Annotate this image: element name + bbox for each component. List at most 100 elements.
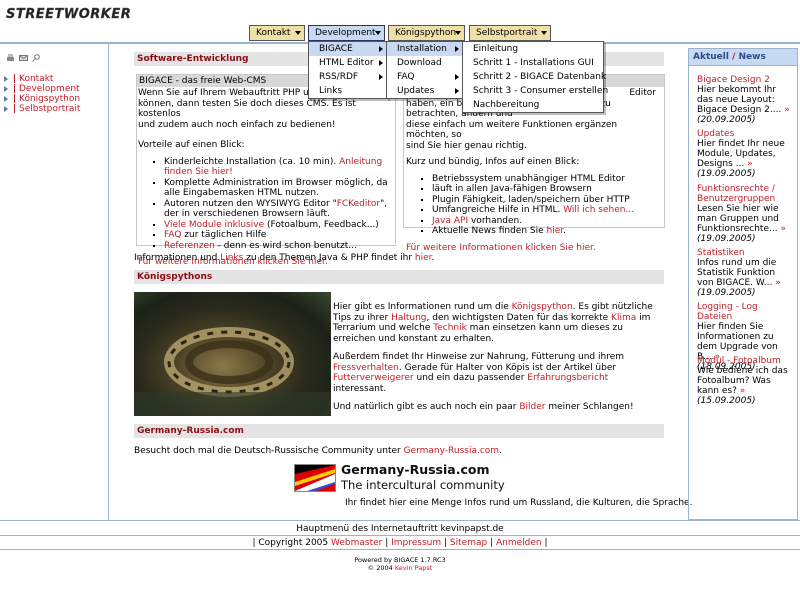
leftnav-item-kontakt[interactable]: Kontakt [4,74,80,84]
news-title-link[interactable]: Modul - Fotoalbum [697,356,793,366]
topnav-label: Selbstportrait [476,28,538,38]
klima-link[interactable]: Klima [611,313,636,323]
print-icon[interactable] [6,54,15,62]
menu-item-schritt-2[interactable]: Schritt 2 - BIGACE Datenbank [463,70,606,84]
item-link[interactable]: FCKeditor [337,199,380,209]
item-text: Kinderleichte Installation (ca. 10 min). [164,156,340,167]
more-arrow-icon[interactable]: » [747,159,753,169]
item-link[interactable]: Viele Module inklusive [164,220,264,230]
hier-link[interactable]: hier [415,253,432,263]
item-link[interactable]: FAQ [164,230,181,240]
impressum-link[interactable]: Impressum [391,538,441,548]
menu-item-schritt-3[interactable]: Schritt 3 - Consumer erstellen [463,84,608,98]
news-text: Hier bekommt Ihr das neue Layout: Bigace… [697,85,782,115]
menu-item-einleitung[interactable]: Einleitung [463,42,603,56]
news-heading-sep: / [728,52,739,62]
sitemap-link[interactable]: Sitemap [450,538,487,548]
leftnav-label[interactable]: Kontakt [19,74,53,84]
separator: | [382,538,392,548]
menu-label: Download [397,58,442,68]
search-icon[interactable] [32,54,41,62]
mail-icon[interactable] [19,54,28,62]
footer-links: | Copyright 2005 Webmaster | Impressum |… [0,538,800,548]
news-title-link[interactable]: Logging - Log Dateien [697,302,793,322]
menu-item-faq[interactable]: FAQ [387,70,463,84]
menu-item-rss-rdf[interactable]: RSS/RDF [309,70,387,84]
banner-title[interactable]: Germany-Russia.com [341,462,490,477]
topnav-selbstportrait[interactable]: Selbstportrait [469,25,551,41]
menu-item-schritt-1[interactable]: Schritt 1 - Installations GUI [463,56,603,70]
item-link[interactable]: Will ich sehen... [563,205,634,215]
list-item: Referenzen - denn es wird schon benutzt.… [164,241,394,252]
topnav-koenigspython[interactable]: Königspython [388,25,465,41]
leftnav-label[interactable]: Königspython [19,94,80,104]
germany-russia-flag[interactable] [294,464,336,492]
koenigspython-link[interactable]: Königspython [512,302,573,312]
python-photo [134,292,331,416]
news-title-link[interactable]: Funktionsrechte / Benutzergruppen [697,184,793,204]
menu-item-updates[interactable]: Updates [387,84,463,98]
bilder-link[interactable]: Bilder [519,402,545,412]
erfahrungsbericht-link[interactable]: Erfahrungsbericht [527,373,608,383]
para-text: , den wichtigsten Daten für das korrekte [426,312,612,323]
menu-item-installation[interactable]: Installation [387,42,463,56]
topnav-label: Kontakt [256,28,291,38]
germany-russia-link[interactable]: Germany-Russia.com [404,446,499,456]
separator [14,84,15,93]
item-link[interactable]: hier [547,226,564,236]
news-item: Funktionsrechte / Benutzergruppen Lesen … [697,184,793,244]
item-link[interactable]: Referenzen [164,241,215,251]
news-date: (19.09.2005) [697,169,756,179]
info-text: . [431,253,435,263]
editor-more-link[interactable]: Für weitere Informationen klicken Sie hi… [406,243,596,253]
fressverhalten-link[interactable]: Fressverhalten [333,363,399,373]
menu-item-bigace[interactable]: BIGACE [309,42,387,56]
news-heading-part: News [738,52,766,62]
anmelden-link[interactable]: Anmelden [496,538,542,548]
leftnav-item-development[interactable]: Development [4,84,80,94]
news-title-link[interactable]: Bigace Design 2 [697,75,793,85]
news-title-link[interactable]: Updates [697,129,793,139]
haltung-link[interactable]: Haltung [391,313,426,323]
topnav-kontakt[interactable]: Kontakt [249,25,305,41]
bullet-arrow-icon [4,95,8,102]
news-title-link[interactable]: Statistiken [697,248,793,258]
topnav-development[interactable]: Development [308,25,385,41]
more-arrow-icon[interactable]: » [784,105,790,115]
menu-item-html-editor[interactable]: HTML Editor [309,56,387,70]
separator: | [541,538,548,548]
leftnav-label[interactable]: Development [19,84,80,94]
more-arrow-icon[interactable]: » [740,386,746,396]
editor-intro-line: sind Sie hier genau richtig. [406,140,527,151]
site-logo[interactable]: STREETWORKER [4,3,144,23]
para-text: Und natürlich gibt es auch noch ein paar [333,402,520,412]
item-text: Plugin Fähigkeit, laden/speichern über H… [432,194,630,205]
menu-label: Installation [397,44,447,54]
more-arrow-icon[interactable]: » [780,224,786,234]
links-link[interactable]: Links [220,253,243,263]
news-text: Infos rund um die Statistik Funktion von… [697,258,777,288]
item-link[interactable]: Java API [432,216,468,226]
item-text: läuft in allen Java-fähigen Browsern [432,184,592,194]
leftnav-item-selbstportrait[interactable]: Selbstportrait [4,104,80,114]
futterverweigerer-link[interactable]: Futterverweigerer [333,373,414,383]
item-text: - denn es wird schon benutzt... [214,240,357,251]
item-text: Autoren nutzen den WYSIWYG Editor " [164,198,337,209]
more-arrow-icon[interactable]: » [775,278,781,288]
news-text: Lesen Sie hier wie man Gruppen und Funkt… [697,204,779,234]
leftnav-label[interactable]: Selbstportrait [19,104,80,114]
bigace-feature-list: Kinderleichte Installation (ca. 10 min).… [138,157,394,252]
menu-item-nachbereitung[interactable]: Nachbereitung [463,98,603,112]
para-text: interessant. [333,383,387,394]
bullet-arrow-icon [4,105,8,112]
technik-link[interactable]: Technik [433,323,467,333]
leftnav-item-koenigspython[interactable]: Königspython [4,94,80,104]
menu-item-download[interactable]: Download [387,56,463,70]
powered-by: Powered by BIGACE 1.7 RC3 [354,556,446,564]
list-item: Betriebssystem unabhängiger HTML Editor [432,174,662,185]
author-link[interactable]: Kevin Papst [395,564,432,572]
menu-item-links[interactable]: Links [309,84,387,98]
item-text: . [563,226,567,236]
topnav-label: Königspython [395,28,457,38]
webmaster-link[interactable]: Webmaster [331,538,382,548]
